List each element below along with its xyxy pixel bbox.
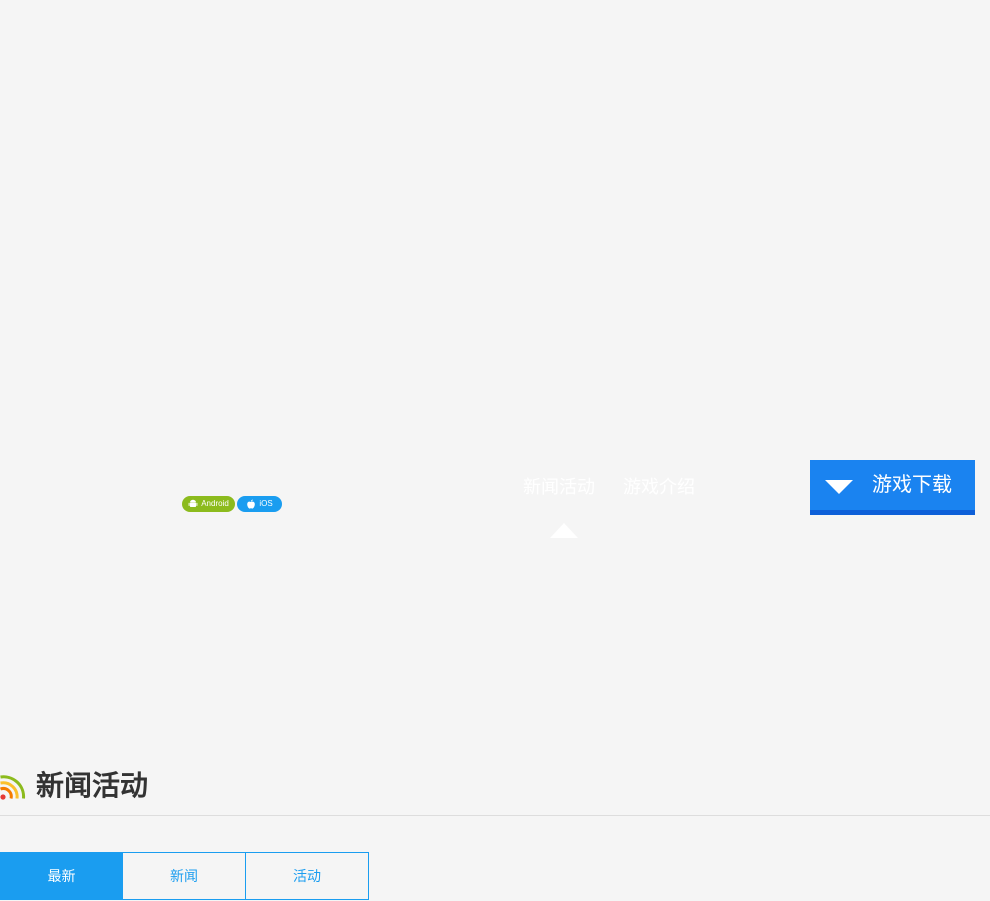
news-tabs: 最新 新闻 活动 [0,852,369,900]
section-title: 新闻活动 [36,769,149,802]
tab-latest[interactable]: 最新 [0,852,123,900]
tab-activities[interactable]: 活动 [246,852,369,900]
game-download-button[interactable]: 游戏下载 [810,460,975,515]
nav-item-game-intro[interactable]: 游戏介绍 [623,476,695,500]
tab-news[interactable]: 新闻 [123,852,246,900]
chevron-down-icon [825,480,853,494]
apple-icon [247,499,256,509]
rss-icon [0,775,26,800]
android-icon [188,499,198,507]
news-section-header: 新闻活动 [0,762,990,816]
nav-item-news-activities[interactable]: 新闻活动 [523,476,595,500]
download-label: 游戏下载 [872,472,952,496]
nav-active-indicator [550,523,578,538]
